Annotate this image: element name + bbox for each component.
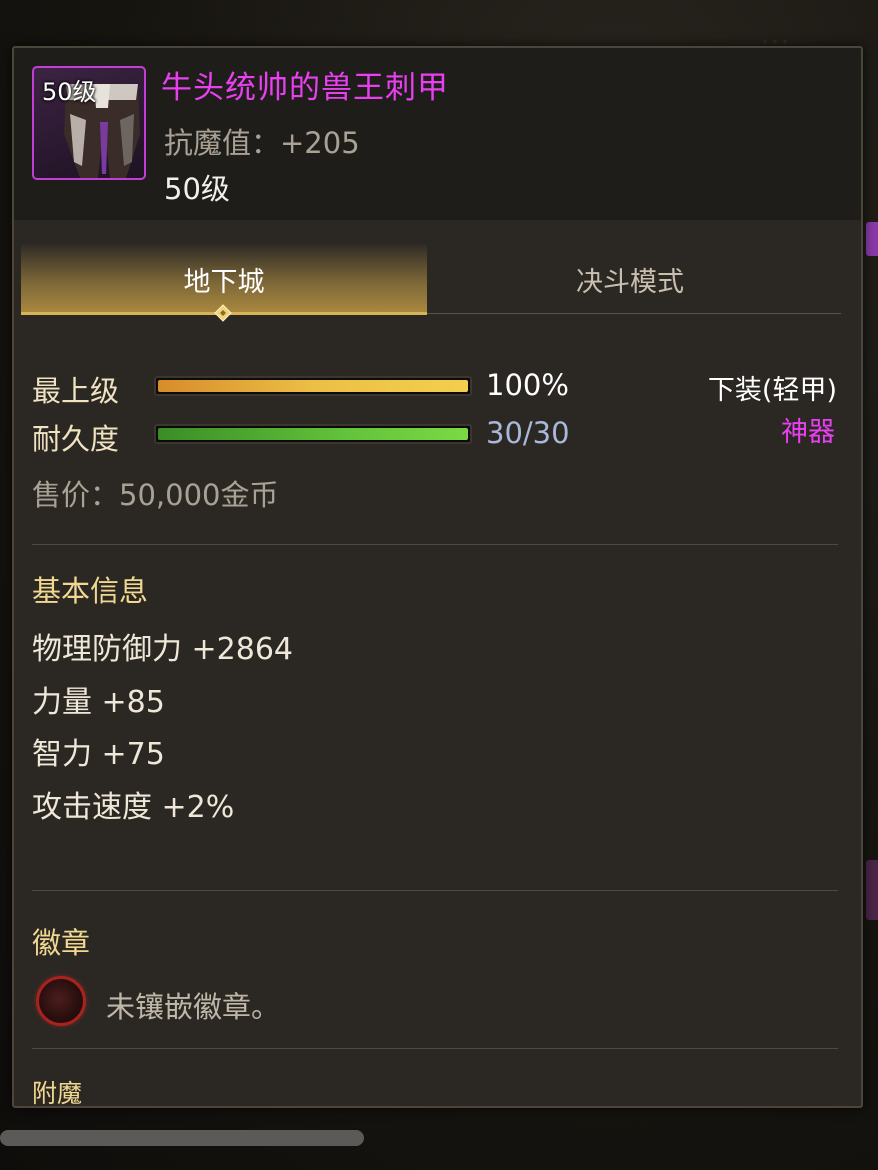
stat-attack-speed: 攻击速度 +2% [32, 790, 235, 825]
grade-label: 最上级 [32, 374, 120, 408]
item-icon-frame[interactable]: 50级 [32, 66, 146, 180]
diamond-indicator-icon [214, 304, 232, 322]
enchant-title: 附魔 [32, 1079, 83, 1108]
basic-info-title: 基本信息 [32, 574, 149, 608]
rarity-label: 神器 [781, 417, 835, 448]
durability-label: 耐久度 [32, 422, 120, 456]
item-header: 50级 牛头统帅的兽王刺甲 抗魔值：+205 50级 [14, 48, 861, 220]
tab-duel-mode[interactable]: 决斗模式 [427, 244, 833, 314]
sell-price: 售价：50,000金币 [32, 478, 279, 512]
horizontal-scrollbar[interactable] [0, 1130, 364, 1146]
durability-value: 30/30 [486, 416, 570, 450]
grade-value: 100% [486, 368, 569, 402]
empty-emblem-slot-icon[interactable] [36, 976, 86, 1026]
item-icon-level: 50级 [42, 78, 97, 106]
mode-tabs: 地下城 决斗模式 [21, 244, 841, 322]
tab-divider-line [427, 313, 841, 314]
background-purple-accent [866, 860, 878, 920]
background-purple-accent [866, 222, 878, 256]
stat-physical-defense: 物理防御力 +2864 [32, 632, 294, 667]
grade-bar [154, 376, 472, 396]
section-divider [32, 890, 838, 891]
section-divider [32, 1048, 838, 1049]
magic-resistance: 抗魔值：+205 [164, 126, 360, 160]
durability-bar [154, 424, 472, 444]
emblem-title: 徽章 [32, 926, 91, 960]
stat-intelligence: 智力 +75 [32, 737, 165, 772]
item-tooltip: 50级 牛头统帅的兽王刺甲 抗魔值：+205 50级 地下城 决斗模式 最上级 … [12, 46, 863, 1108]
item-name: 牛头统帅的兽王刺甲 [161, 70, 449, 106]
durability-bar-fill [158, 428, 468, 440]
stat-strength: 力量 +85 [32, 685, 165, 720]
equipment-slot-type: 下装(轻甲) [707, 375, 837, 406]
emblem-status-text: 未镶嵌徽章。 [106, 990, 281, 1024]
item-level: 50级 [164, 172, 230, 206]
section-divider [32, 544, 838, 545]
grade-bar-fill [158, 380, 468, 392]
